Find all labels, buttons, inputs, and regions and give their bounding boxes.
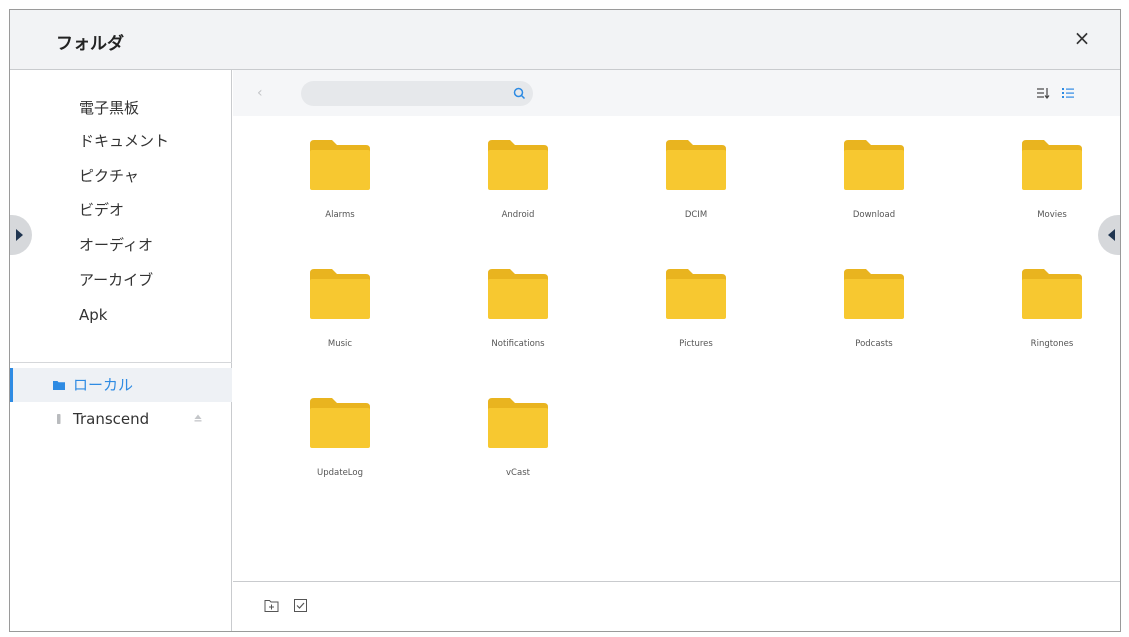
folder-icon — [310, 140, 370, 190]
folder-item[interactable]: vCast — [458, 374, 578, 478]
folder-icon — [1022, 269, 1082, 319]
folder-item[interactable]: Podcasts — [814, 245, 934, 349]
sidebar-item-apk[interactable]: Apk — [79, 303, 107, 327]
folder-label: DCIM — [684, 210, 708, 220]
folder-label: Notifications — [491, 339, 545, 349]
folder-label: Music — [327, 339, 353, 349]
main-panel: ‹ Alarms Android DCIM Download Movies Mu… — [233, 70, 1120, 631]
close-button[interactable]: × — [1070, 26, 1094, 50]
folder-label: vCast — [506, 468, 530, 478]
folder-label: Podcasts — [855, 339, 893, 349]
title-bar: フォルダ × — [10, 10, 1120, 70]
search-input[interactable] — [301, 81, 533, 106]
folder-label: Ringtones — [1030, 339, 1074, 349]
folder-label: Movies — [1037, 210, 1067, 220]
folder-icon — [844, 140, 904, 190]
folder-icon — [1022, 140, 1082, 190]
search-icon[interactable] — [513, 87, 526, 100]
back-button[interactable]: ‹ — [257, 84, 271, 102]
sidebar-divider — [10, 362, 232, 363]
sidebar-item-documents[interactable]: ドキュメント — [79, 129, 169, 153]
folder-label: UpdateLog — [317, 468, 363, 478]
folder-grid: Alarms Android DCIM Download Movies Musi… — [233, 116, 1120, 592]
folder-icon — [666, 269, 726, 319]
arrow-right-icon — [16, 229, 23, 241]
folder-label: Alarms — [325, 210, 355, 220]
sidebar-item-videos[interactable]: ビデオ — [79, 198, 124, 222]
folder-item[interactable]: Alarms — [280, 116, 400, 220]
eject-icon[interactable] — [193, 413, 203, 423]
folder-icon — [53, 381, 65, 390]
folder-label: Android — [501, 210, 535, 220]
file-manager-window: フォルダ × 電子黒板 ドキュメント ピクチャ ビデオ オーディオ アーカイブ … — [9, 9, 1121, 632]
sidebar-item-pictures[interactable]: ピクチャ — [79, 164, 139, 188]
folder-icon — [488, 140, 548, 190]
storage-item-local[interactable]: ローカル — [10, 368, 232, 402]
folder-item[interactable]: Download — [814, 116, 934, 220]
window-title: フォルダ — [56, 34, 124, 54]
storage-label-transcend: Transcend — [73, 410, 150, 428]
folder-icon — [844, 269, 904, 319]
sort-icon[interactable] — [1036, 86, 1050, 100]
usb-drive-icon — [57, 414, 61, 424]
toolbar: ‹ — [233, 70, 1120, 116]
active-indicator — [10, 368, 13, 402]
folder-label: Pictures — [679, 339, 713, 349]
folder-item[interactable]: UpdateLog — [280, 374, 400, 478]
storage-item-transcend[interactable]: Transcend — [10, 402, 232, 436]
sidebar-item-audio[interactable]: オーディオ — [79, 233, 153, 257]
sidebar-item-archives[interactable]: アーカイブ — [79, 268, 153, 292]
folder-item[interactable]: Ringtones — [992, 245, 1112, 349]
folder-item[interactable]: Android — [458, 116, 578, 220]
list-view-icon[interactable] — [1061, 86, 1075, 100]
new-folder-icon[interactable] — [264, 598, 279, 613]
bottom-toolbar — [233, 581, 1120, 631]
sidebar-item-whiteboard[interactable]: 電子黒板 — [79, 96, 139, 120]
folder-item[interactable]: DCIM — [636, 116, 756, 220]
folder-icon — [310, 398, 370, 448]
folder-icon — [666, 140, 726, 190]
folder-item[interactable]: Movies — [992, 116, 1112, 220]
folder-item[interactable]: Music — [280, 245, 400, 349]
select-checkbox-icon[interactable] — [293, 598, 308, 613]
storage-label-local: ローカル — [73, 376, 134, 394]
folder-item[interactable]: Pictures — [636, 245, 756, 349]
folder-icon — [488, 269, 548, 319]
folder-label: Download — [852, 210, 896, 220]
folder-icon — [310, 269, 370, 319]
folder-item[interactable]: Notifications — [458, 245, 578, 349]
folder-icon — [488, 398, 548, 448]
sidebar: 電子黒板 ドキュメント ピクチャ ビデオ オーディオ アーカイブ Apk ローカ… — [10, 70, 232, 631]
